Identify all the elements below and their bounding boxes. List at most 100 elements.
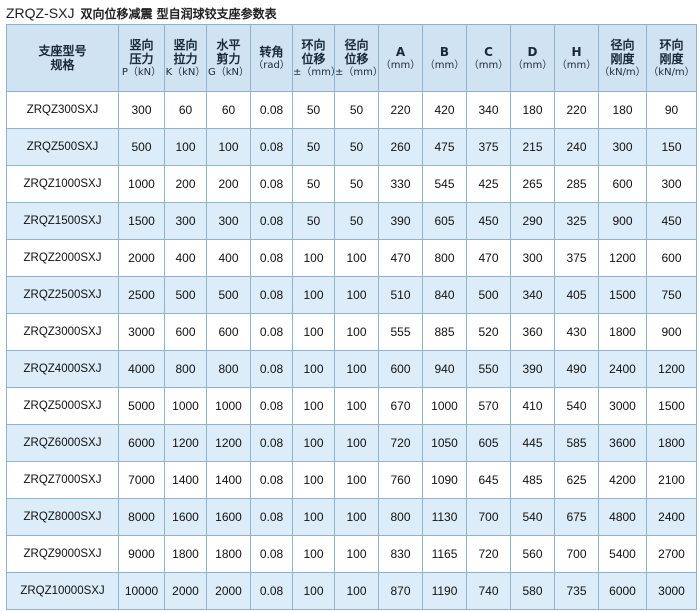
value-cell: 1200 [164,424,207,462]
value-cell: 450 [466,202,511,240]
column-header-line1: 竖向 [129,37,154,52]
value-cell: 5400 [598,535,647,573]
value-cell: 740 [466,572,511,610]
model-cell: ZRQZ500SXJ [6,128,119,166]
value-cell: 2400 [598,350,647,388]
value-cell: 500 [118,128,165,166]
value-cell: 625 [554,461,599,499]
value-cell: 7000 [118,461,165,499]
value-cell: 900 [646,313,697,351]
value-cell: 360 [510,313,555,351]
value-cell: 3000 [646,572,697,610]
value-cell: 605 [422,202,467,240]
value-cell: 800 [422,239,467,277]
value-cell: 100 [334,498,379,536]
value-cell: 340 [510,276,555,314]
value-cell: 4800 [598,498,647,536]
value-cell: 100 [334,387,379,425]
column-header-line1: 径向 [344,37,369,52]
column-header-line2: 拉力 [173,51,198,66]
value-cell: 1130 [422,498,467,536]
column-header-line2: 压力 [129,51,154,66]
column-header: H （mm） [554,24,599,92]
model-cell: ZRQZ6000SXJ [6,424,119,462]
value-cell: 3000 [118,313,165,351]
model-cell: ZRQZ1000SXJ [6,165,119,203]
column-header: 竖向 压力 P（kN） [118,24,165,92]
column-header-line2: 规格 [50,58,75,72]
value-cell: 475 [422,128,467,166]
value-cell: 580 [510,572,555,610]
value-cell: 2700 [646,535,697,573]
value-cell: 100 [334,535,379,573]
value-cell: 830 [378,535,423,573]
value-cell: 50 [334,202,379,240]
value-cell: 570 [466,387,511,425]
value-cell: 4200 [598,461,647,499]
value-cell: 375 [466,128,511,166]
value-cell: 1800 [164,535,207,573]
value-cell: 0.08 [250,535,293,573]
value-cell: 500 [206,276,251,314]
table-row: ZRQZ9000SXJ 9000 1800 1800 0.08 100 100 830 1165… [6,535,697,573]
value-cell: 405 [554,276,599,314]
table-header-row: 支座型号 规格 竖向 压力 P（kN） 竖向 拉力 K（kN） 水平 剪力 G（kN） 转角 （rad）… [6,24,697,92]
value-cell: 1000 [164,387,207,425]
column-header: 水平 剪力 G（kN） [206,24,251,92]
model-cell: ZRQZ1500SXJ [6,202,119,240]
value-cell: 555 [378,313,423,351]
column-header-line2: 位移 [301,51,326,66]
column-header: 转角 （rad） [250,24,293,92]
model-cell: ZRQZ9000SXJ [6,535,119,573]
column-header-unit: （mm） [468,59,509,71]
value-cell: 720 [378,424,423,462]
value-cell: 1400 [206,461,251,499]
value-cell: 500 [164,276,207,314]
column-header: 径向 位移 ±（mm） [334,24,379,92]
value-cell: 50 [334,165,379,203]
value-cell: 100 [292,350,335,388]
value-cell: 1000 [422,387,467,425]
column-header-line2: 刚度 [610,51,635,66]
model-cell: ZRQZ300SXJ [6,91,119,129]
model-cell: ZRQZ4000SXJ [6,350,119,388]
value-cell: 550 [466,350,511,388]
value-cell: 200 [206,165,251,203]
value-cell: 885 [422,313,467,351]
title-model: ZRQZ-SXJ [6,5,75,21]
value-cell: 430 [554,313,599,351]
column-header-line1: 转角 [259,44,284,59]
column-header-unit: （rad） [253,59,290,71]
column-header-line1: 环向 [301,37,326,52]
value-cell: 9000 [118,535,165,573]
value-cell: 4000 [118,350,165,388]
value-cell: 840 [422,276,467,314]
value-cell: 1000 [206,387,251,425]
value-cell: 645 [466,461,511,499]
value-cell: 1200 [598,239,647,277]
value-cell: 8000 [118,498,165,536]
value-cell: 0.08 [250,202,293,240]
value-cell: 1165 [422,535,467,573]
value-cell: 420 [422,91,467,129]
column-header-line2: 刚度 [659,51,684,66]
value-cell: 1200 [646,350,697,388]
value-cell: 10000 [118,572,165,610]
value-cell: 50 [292,91,335,129]
value-cell: 600 [598,165,647,203]
value-cell: 470 [378,239,423,277]
column-header-unit: （mm） [380,59,421,71]
model-cell: ZRQZ3000SXJ [6,313,119,351]
value-cell: 100 [292,424,335,462]
value-cell: 1050 [422,424,467,462]
model-cell: ZRQZ2500SXJ [6,276,119,314]
column-header: A （mm） [378,24,423,92]
column-header-unit: （mm） [556,59,597,71]
value-cell: 1500 [646,387,697,425]
value-cell: 300 [206,202,251,240]
value-cell: 100 [334,276,379,314]
value-cell: 100 [292,239,335,277]
value-cell: 400 [164,239,207,277]
table-row: ZRQZ1000SXJ 1000 200 200 0.08 50 50 330 545 425 26… [6,165,697,203]
column-header-unit: （kN/m） [648,66,695,78]
